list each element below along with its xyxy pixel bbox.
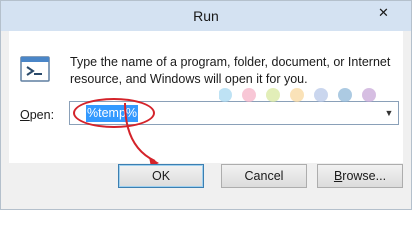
browse-rest: rowse... [342, 169, 387, 183]
title-bar: Run ✕ [1, 1, 411, 31]
cancel-button[interactable]: Cancel [221, 164, 307, 188]
open-label-rest: pen: [29, 108, 55, 122]
ok-button[interactable]: OK [118, 164, 204, 188]
window-title: Run [193, 8, 219, 24]
run-dialog: Run ✕ Type the name of a program, folder… [0, 0, 412, 210]
watermark-dot [362, 88, 376, 102]
watermark-dot [314, 88, 328, 102]
watermark-dot [242, 88, 256, 102]
open-label-accel: O [20, 108, 30, 122]
chevron-down-icon[interactable]: ▼ [380, 102, 398, 124]
watermark-dot [290, 88, 304, 102]
watermark-dot [266, 88, 280, 102]
dialog-content: Type the name of a program, folder, docu… [9, 31, 403, 163]
close-button[interactable]: ✕ [367, 3, 400, 22]
dialog-description: Type the name of a program, folder, docu… [70, 55, 391, 86]
open-label: Open: [20, 108, 54, 122]
watermark-dot [338, 88, 352, 102]
run-icon [20, 56, 50, 82]
watermark-dot [219, 88, 232, 102]
annotation-ellipse [73, 98, 155, 128]
browse-button[interactable]: Browse... [317, 164, 403, 188]
